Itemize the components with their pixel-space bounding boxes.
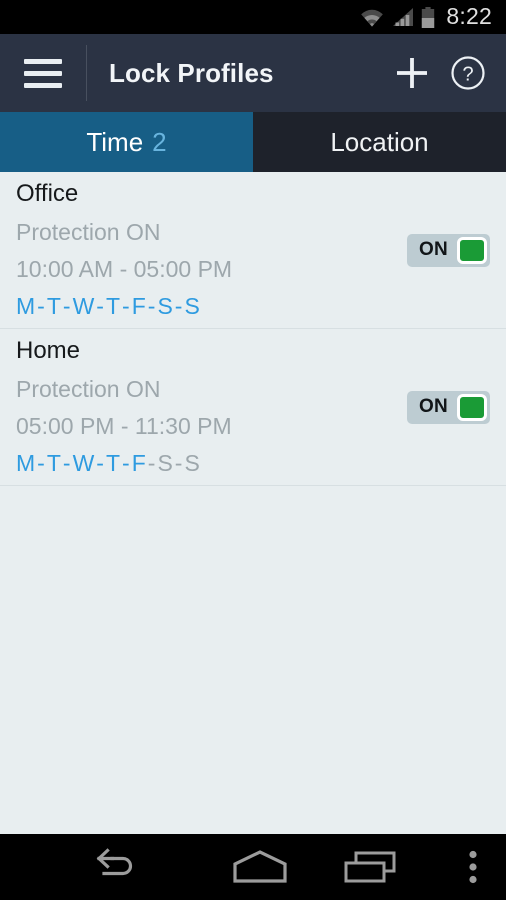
day-letter: T	[46, 293, 61, 319]
day-separator: -	[96, 450, 104, 476]
day-letter: S	[157, 450, 173, 476]
profile-toggle-thumb	[457, 393, 487, 421]
day-separator: -	[37, 293, 45, 319]
svg-text:?: ?	[462, 64, 473, 86]
hamburger-line	[24, 58, 62, 64]
status-bar-clock: 8:22	[446, 2, 492, 29]
profile-time-range: 10:00 AM - 05:00 PM	[16, 256, 233, 282]
profile-name: Home	[16, 337, 81, 364]
day-letter: T	[105, 293, 121, 319]
hamburger-menu-icon[interactable]	[0, 34, 86, 112]
day-separator: -	[62, 450, 71, 476]
profile-day-row: M-T-W-T-F-S-S	[16, 452, 407, 475]
day-letter: F	[131, 450, 146, 476]
day-separator: -	[147, 450, 156, 476]
profile-name: Office	[16, 180, 79, 207]
page-title: Lock Profiles	[109, 57, 274, 88]
hamburger-line	[24, 82, 62, 88]
tab-time-count: 2	[152, 126, 167, 157]
day-separator: -	[62, 293, 71, 319]
profile-day-row: M-T-W-T-F-S-S	[16, 295, 407, 318]
cellular-signal-icon	[392, 7, 414, 27]
wifi-icon	[359, 7, 385, 27]
day-letter: S	[184, 293, 200, 319]
day-letter: W	[72, 293, 95, 319]
app-bar-divider	[86, 45, 87, 101]
day-separator: -	[174, 450, 183, 476]
day-separator: -	[96, 293, 104, 319]
profile-time-range: 05:00 PM - 11:30 PM	[16, 413, 232, 439]
list-item[interactable]: Home Protection ON 05:00 PM - 11:30 PM M…	[0, 329, 506, 486]
recent-apps-icon[interactable]	[300, 834, 440, 900]
day-separator: -	[122, 450, 130, 476]
day-letter: M	[16, 450, 36, 476]
day-letter: T	[105, 450, 121, 476]
home-icon[interactable]	[220, 834, 300, 900]
plus-icon[interactable]	[384, 34, 440, 112]
day-letter: S	[184, 450, 200, 476]
day-letter: T	[46, 450, 61, 476]
day-separator: -	[37, 450, 45, 476]
day-separator: -	[174, 293, 183, 319]
profile-protection-status: Protection ON	[16, 219, 161, 245]
navigation-bar	[0, 834, 506, 900]
day-letter: W	[72, 450, 95, 476]
hamburger-line	[24, 70, 62, 76]
tab-time-label: Time	[86, 126, 144, 157]
day-separator: -	[147, 293, 156, 319]
profile-toggle-thumb	[457, 236, 487, 264]
battery-icon	[421, 6, 435, 28]
tab-bar: Time 2 Location	[0, 112, 506, 172]
tab-location[interactable]: Location	[253, 112, 506, 172]
overflow-menu-icon[interactable]	[440, 834, 506, 900]
tab-location-label: Location	[330, 126, 429, 157]
help-circle-icon[interactable]: ?	[440, 34, 496, 112]
profile-list: Office Protection ON 10:00 AM - 05:00 PM…	[0, 172, 506, 834]
app-bar: Lock Profiles ?	[0, 34, 506, 112]
profile-toggle-label: ON	[418, 239, 449, 260]
day-letter: M	[16, 293, 36, 319]
profile-toggle[interactable]: ON	[407, 233, 490, 267]
profile-toggle[interactable]: ON	[407, 390, 490, 424]
status-bar: 8:22	[0, 0, 506, 34]
profile-protection-status: Protection ON	[16, 376, 161, 402]
day-letter: S	[157, 293, 173, 319]
profile-details: Home Protection ON 05:00 PM - 11:30 PM M…	[0, 339, 407, 475]
back-arrow-icon[interactable]	[0, 834, 220, 900]
day-letter: F	[131, 293, 146, 319]
phone-screen: 8:22 Lock Profiles ? Time 2 Location Off…	[0, 0, 506, 900]
tab-time[interactable]: Time 2	[0, 112, 253, 172]
profile-toggle-label: ON	[418, 396, 449, 417]
profile-details: Office Protection ON 10:00 AM - 05:00 PM…	[0, 182, 407, 318]
day-separator: -	[122, 293, 130, 319]
list-item[interactable]: Office Protection ON 10:00 AM - 05:00 PM…	[0, 172, 506, 329]
